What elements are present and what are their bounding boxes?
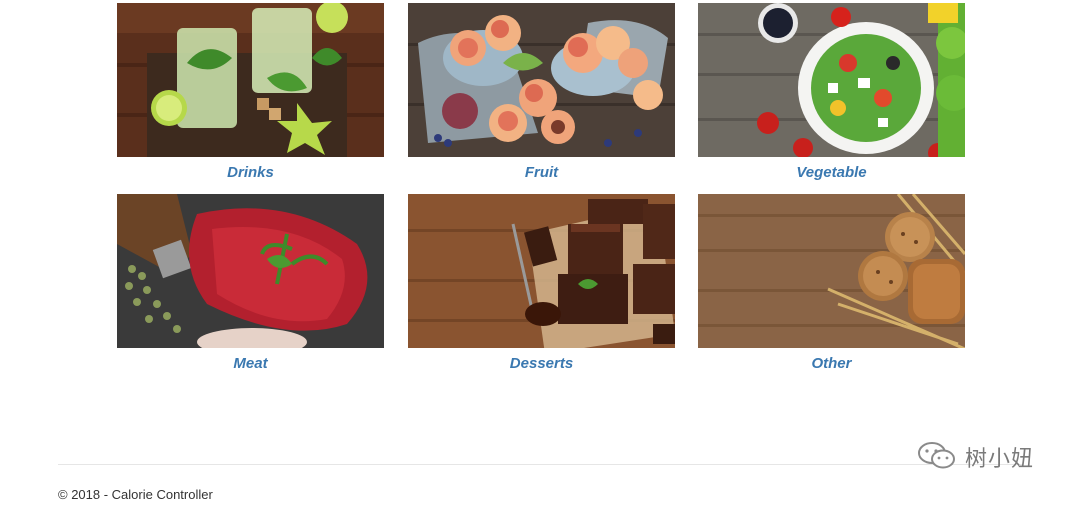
footer-copyright: © 2018 - Calorie Controller <box>58 487 213 502</box>
category-tile-meat[interactable]: Meat <box>117 194 384 372</box>
footer-divider <box>58 464 1022 465</box>
wechat-icon <box>917 440 957 475</box>
watermark-text: 树小妞 <box>965 447 1035 472</box>
meat-image[interactable] <box>117 194 384 348</box>
category-tile-desserts[interactable]: Desserts <box>408 194 675 372</box>
watermark: 树小妞 <box>917 441 1034 473</box>
category-tile-fruit[interactable]: Fruit <box>408 3 675 181</box>
category-tile-other[interactable]: Other <box>698 194 965 372</box>
desserts-image[interactable] <box>408 194 675 348</box>
other-link[interactable]: Other <box>698 355 965 372</box>
vegetable-image[interactable] <box>698 3 965 157</box>
category-tile-drinks[interactable]: Drinks <box>117 3 384 181</box>
meat-link[interactable]: Meat <box>117 355 384 372</box>
fruit-link[interactable]: Fruit <box>408 164 675 181</box>
fruit-image[interactable] <box>408 3 675 157</box>
category-tile-vegetable[interactable]: Vegetable <box>698 3 965 181</box>
other-image[interactable] <box>698 194 965 348</box>
desserts-link[interactable]: Desserts <box>408 355 675 372</box>
drinks-image[interactable] <box>117 3 384 157</box>
drinks-link[interactable]: Drinks <box>117 164 384 181</box>
vegetable-link[interactable]: Vegetable <box>698 164 965 181</box>
